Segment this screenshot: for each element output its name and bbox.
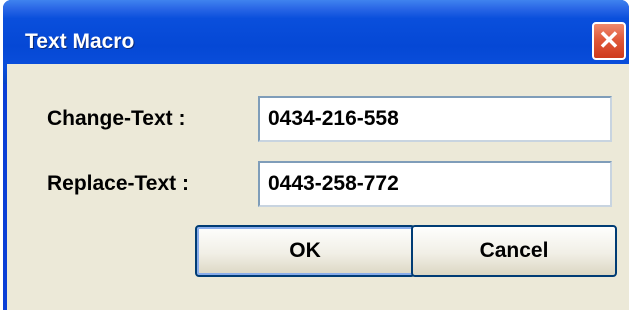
dialog-window: Text Macro ✕ Change-Text : Replace-Text … [3, 0, 629, 310]
change-text-label: Change-Text : [47, 107, 186, 130]
dialog-body: Change-Text : Replace-Text : OK Cancel [7, 64, 629, 310]
window-title: Text Macro [25, 30, 135, 53]
ok-button[interactable]: OK [195, 225, 415, 277]
cancel-button[interactable]: Cancel [411, 225, 617, 277]
replace-text-input[interactable] [258, 161, 612, 207]
replace-text-label: Replace-Text : [47, 172, 189, 195]
close-icon: ✕ [598, 25, 620, 55]
change-text-input[interactable] [258, 96, 612, 142]
close-button[interactable]: ✕ [592, 22, 626, 60]
